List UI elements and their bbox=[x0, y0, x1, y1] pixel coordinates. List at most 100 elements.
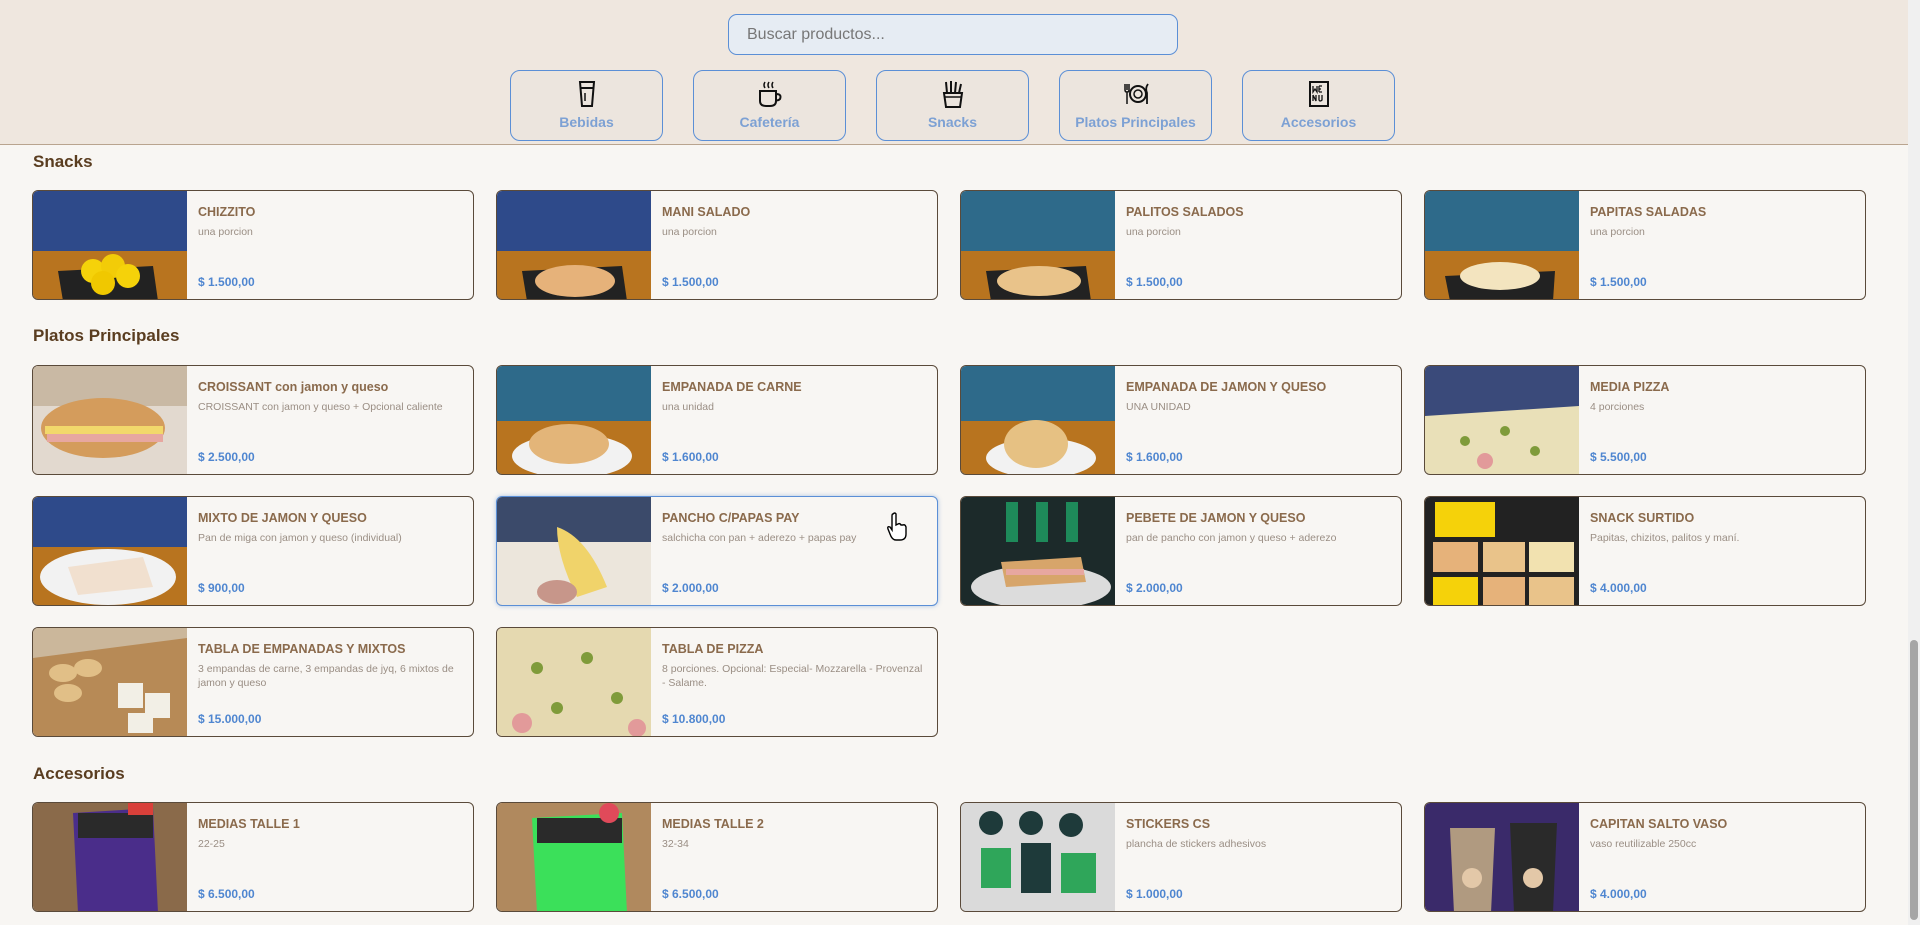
product-name: STICKERS CS bbox=[1126, 817, 1211, 831]
product-price: $ 2.000,00 bbox=[1126, 581, 1183, 595]
category-platos-principales-button[interactable]: Platos Principales bbox=[1059, 70, 1212, 141]
product-price: $ 1.000,00 bbox=[1126, 887, 1183, 901]
category-cafeteria-button[interactable]: Cafetería bbox=[693, 70, 846, 141]
product-image bbox=[497, 628, 651, 736]
product-image bbox=[1425, 366, 1579, 474]
product-name: MEDIA PIZZA bbox=[1590, 380, 1670, 394]
product-card[interactable]: MANI SALADO una porcion $ 1.500,00 bbox=[496, 190, 938, 300]
product-desc: Papitas, chizitos, palitos y maní. bbox=[1590, 532, 1740, 544]
product-price: $ 6.500,00 bbox=[662, 887, 719, 901]
product-card[interactable]: EMPANADA DE CARNE una unidad $ 1.600,00 bbox=[496, 365, 938, 475]
product-desc: vaso reutilizable 250cc bbox=[1590, 838, 1697, 850]
product-name: CROISSANT con jamon y queso bbox=[198, 380, 389, 394]
product-desc: 4 porciones bbox=[1590, 401, 1645, 413]
product-card[interactable]: MEDIA PIZZA 4 porciones $ 5.500,00 bbox=[1424, 365, 1866, 475]
product-desc: una porcion bbox=[662, 226, 717, 238]
product-image bbox=[961, 191, 1115, 299]
product-price: $ 2.500,00 bbox=[198, 450, 255, 464]
product-card[interactable]: PANCHO C/PAPAS PAY salchicha con pan + a… bbox=[496, 496, 938, 606]
product-image bbox=[497, 803, 651, 911]
plate-cutlery-icon bbox=[1123, 83, 1149, 104]
product-price: $ 4.000,00 bbox=[1590, 887, 1647, 901]
product-price: $ 10.800,00 bbox=[662, 712, 726, 726]
product-card[interactable]: PALITOS SALADOS una porcion $ 1.500,00 bbox=[960, 190, 1402, 300]
category-accesorios-button[interactable]: Accesorios bbox=[1242, 70, 1395, 141]
product-card[interactable]: CHIZZITO una porcion $ 1.500,00 bbox=[32, 190, 474, 300]
product-card[interactable]: EMPANADA DE JAMON Y QUESO UNA UNIDAD $ 1… bbox=[960, 365, 1402, 475]
product-price: $ 6.500,00 bbox=[198, 887, 255, 901]
menu-icon bbox=[1308, 81, 1329, 107]
product-desc: 22-25 bbox=[198, 838, 225, 850]
coffee-cup-icon bbox=[758, 81, 781, 107]
product-price: $ 1.600,00 bbox=[662, 450, 719, 464]
product-price: $ 900,00 bbox=[198, 581, 245, 595]
product-name: PEBETE DE JAMON Y QUESO bbox=[1126, 511, 1306, 525]
scrollbar-thumb[interactable] bbox=[1910, 640, 1918, 920]
product-image bbox=[1425, 803, 1579, 911]
product-image bbox=[33, 628, 187, 736]
product-image bbox=[33, 366, 187, 474]
product-card[interactable]: TABLA DE EMPANADAS Y MIXTOS 3 empandas d… bbox=[32, 627, 474, 737]
section-title-accesorios: Accesorios bbox=[33, 764, 125, 783]
hand-cursor-icon bbox=[887, 512, 907, 541]
category-label: Cafetería bbox=[739, 114, 800, 130]
product-desc: una porcion bbox=[1590, 226, 1645, 238]
product-price: $ 1.500,00 bbox=[1590, 275, 1647, 289]
product-name: CHIZZITO bbox=[198, 205, 256, 219]
product-card[interactable]: STICKERS CS plancha de stickers adhesivo… bbox=[960, 802, 1402, 912]
product-card[interactable]: MEDIAS TALLE 1 22-25 $ 6.500,00 bbox=[32, 802, 474, 912]
product-name: CAPITAN SALTO VASO bbox=[1590, 817, 1728, 831]
product-desc: UNA UNIDAD bbox=[1126, 401, 1191, 413]
category-bebidas-button[interactable]: Bebidas bbox=[510, 70, 663, 141]
product-price: $ 2.000,00 bbox=[662, 581, 719, 595]
category-label: Platos Principales bbox=[1075, 114, 1196, 130]
product-name: TABLA DE EMPANADAS Y MIXTOS bbox=[198, 642, 406, 656]
product-card[interactable]: MEDIAS TALLE 2 32-34 $ 6.500,00 bbox=[496, 802, 938, 912]
product-image bbox=[961, 803, 1115, 911]
product-image bbox=[497, 366, 651, 474]
product-image bbox=[33, 191, 187, 299]
product-card[interactable]: MIXTO DE JAMON Y QUESO Pan de miga con j… bbox=[32, 496, 474, 606]
product-name: PAPITAS SALADAS bbox=[1590, 205, 1707, 219]
header-bar: Bebidas Cafetería Snacks bbox=[0, 0, 1920, 145]
product-image bbox=[497, 497, 651, 605]
scrollbar[interactable] bbox=[1908, 0, 1920, 925]
product-card[interactable]: CAPITAN SALTO VASO vaso reutilizable 250… bbox=[1424, 802, 1866, 912]
product-price: $ 4.000,00 bbox=[1590, 581, 1647, 595]
product-name: SNACK SURTIDO bbox=[1590, 511, 1695, 525]
product-card[interactable]: CROISSANT con jamon y queso CROISSANT co… bbox=[32, 365, 474, 475]
product-name: PALITOS SALADOS bbox=[1126, 205, 1244, 219]
product-image bbox=[1425, 497, 1579, 605]
product-image bbox=[1425, 191, 1579, 299]
product-name: EMPANADA DE CARNE bbox=[662, 380, 802, 394]
product-card[interactable]: PAPITAS SALADAS una porcion $ 1.500,00 bbox=[1424, 190, 1866, 300]
product-name: MANI SALADO bbox=[662, 205, 751, 219]
product-price: $ 1.500,00 bbox=[1126, 275, 1183, 289]
product-desc: CROISSANT con jamon y queso + Opcional c… bbox=[198, 401, 443, 413]
product-desc: una porcion bbox=[1126, 226, 1181, 238]
product-image bbox=[33, 497, 187, 605]
product-price: $ 15.000,00 bbox=[198, 712, 262, 726]
search-input[interactable] bbox=[728, 14, 1178, 55]
product-price: $ 1.500,00 bbox=[198, 275, 255, 289]
product-card[interactable]: PEBETE DE JAMON Y QUESO pan de pancho co… bbox=[960, 496, 1402, 606]
product-image bbox=[33, 803, 187, 911]
category-label: Accesorios bbox=[1280, 114, 1357, 130]
product-name: MEDIAS TALLE 2 bbox=[662, 817, 764, 831]
product-name: MEDIAS TALLE 1 bbox=[198, 817, 300, 831]
product-price: $ 1.500,00 bbox=[662, 275, 719, 289]
section-title-platos-principales: Platos Principales bbox=[33, 326, 180, 345]
category-snacks-button[interactable]: Snacks bbox=[876, 70, 1029, 141]
product-name: EMPANADA DE JAMON Y QUESO bbox=[1126, 380, 1327, 394]
category-label: Snacks bbox=[927, 114, 978, 130]
product-card[interactable]: TABLA DE PIZZA 8 porciones. Opcional: Es… bbox=[496, 627, 938, 737]
section-title-snacks: Snacks bbox=[33, 152, 93, 171]
product-desc: una unidad bbox=[662, 401, 714, 413]
product-card[interactable]: SNACK SURTIDO Papitas, chizitos, palitos… bbox=[1424, 496, 1866, 606]
product-desc: 3 empandas de carne, 3 empandas de jyq, … bbox=[198, 663, 454, 689]
product-image bbox=[961, 366, 1115, 474]
category-label: Bebidas bbox=[559, 114, 614, 130]
product-desc: 8 porciones. Opcional: Especial- Mozzare… bbox=[662, 663, 923, 689]
product-desc: pan de pancho con jamon y queso + aderez… bbox=[1126, 532, 1337, 544]
product-image bbox=[961, 497, 1115, 605]
